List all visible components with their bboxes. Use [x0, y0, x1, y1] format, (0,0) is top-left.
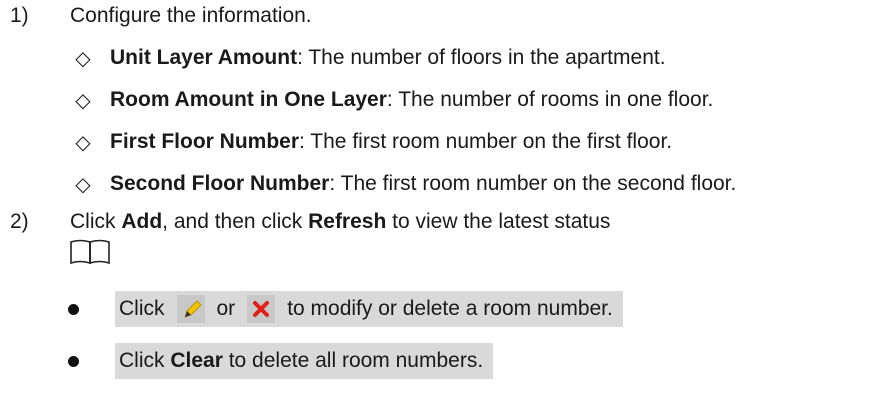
step-number: 1): [10, 4, 29, 27]
diamond-bullet-icon: ◇: [75, 130, 91, 154]
sub-item-term: Second Floor Number: [110, 172, 330, 195]
step-text: Click Add, and then click Refresh to vie…: [70, 208, 610, 236]
step-text: Configure the information.: [70, 4, 312, 27]
step-text-part: to view the latest status: [386, 210, 611, 233]
note-text-part: to delete all room numbers.: [222, 349, 484, 372]
note-item-clear: Click Clear to delete all room numbers.: [68, 342, 494, 380]
sub-item-desc: : The first room number on the first flo…: [299, 130, 673, 153]
step-text-part: , and then click: [162, 210, 309, 233]
diamond-bullet-icon: ◇: [75, 172, 91, 196]
diamond-bullet-icon: ◇: [75, 88, 91, 112]
sub-item-desc: : The number of floors in the apartment.: [297, 46, 666, 69]
sub-item-desc: : The number of rooms in one floor.: [386, 88, 714, 111]
sub-item-term: Room Amount in One Layer: [110, 88, 387, 111]
refresh-keyword: Refresh: [308, 210, 387, 233]
clear-keyword: Clear: [170, 349, 223, 372]
edit-pencil-icon: [176, 295, 205, 323]
sub-item-desc: : The first room number on the second fl…: [329, 172, 737, 195]
add-keyword: Add: [121, 210, 163, 233]
book-icon: [70, 239, 110, 265]
note-text: Click Clear to delete all room numbers.: [115, 349, 487, 373]
bullet-dot-icon: [68, 355, 79, 367]
bullet-dot-icon: [68, 303, 79, 315]
sub-item-term: Unit Layer Amount: [110, 46, 298, 69]
note-text: or: [216, 297, 236, 320]
step-number: 2): [10, 210, 29, 233]
note-text: to modify or delete a room number.: [287, 297, 613, 320]
note-text-part: Click: [119, 349, 171, 372]
sub-item-term: First Floor Number: [110, 130, 300, 153]
delete-x-icon: [247, 295, 276, 323]
note-item-modify-delete: Click or to modify or delete a room numb…: [68, 290, 623, 328]
highlighted-note: Click Clear to delete all room numbers.: [115, 343, 494, 379]
highlighted-note: Click or to modify or delete a room numb…: [115, 291, 623, 327]
note-text: Click: [119, 297, 165, 320]
step-text-part: Click: [70, 210, 122, 233]
diamond-bullet-icon: ◇: [75, 46, 91, 70]
